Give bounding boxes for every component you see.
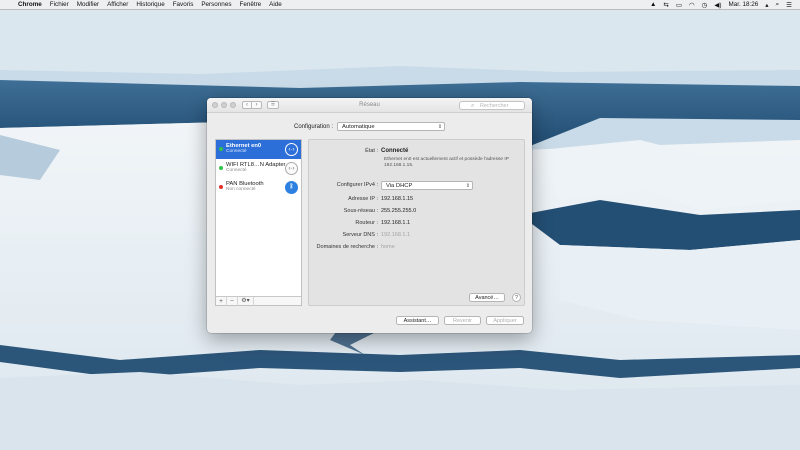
user-icon[interactable]: ▴ bbox=[765, 1, 768, 9]
dns-value: 192.168.1.1 bbox=[381, 232, 411, 238]
gear-menu-button[interactable]: ⚙▾ bbox=[238, 296, 254, 306]
search-domains-value: home bbox=[381, 244, 395, 250]
status-description: Ethernet en0 est actuellement actif et p… bbox=[384, 157, 509, 169]
grid-icon: ⠿ bbox=[270, 102, 276, 108]
menu-chrome[interactable]: Chrome bbox=[18, 1, 42, 8]
chevron-left-icon: ‹ bbox=[246, 102, 248, 108]
configuration-value: Automatique bbox=[342, 124, 375, 130]
configuration-row: Configuration : Automatique ⇕ bbox=[207, 122, 532, 131]
service-item-ethernet[interactable]: Ethernet en0 Connecté ‹·› bbox=[216, 140, 301, 159]
alert-icon[interactable]: ▲ bbox=[650, 1, 656, 8]
search-icon: ⌕ bbox=[471, 103, 475, 109]
remove-service-button[interactable]: − bbox=[227, 296, 238, 306]
search-domains-label: Domaines de recherche : bbox=[316, 244, 378, 250]
apply-button[interactable]: Appliquer bbox=[486, 316, 524, 325]
subnet-row: Sous-réseau : 255.255.255.0 bbox=[309, 208, 524, 214]
menu-aide[interactable]: Aide bbox=[269, 1, 282, 8]
menu-favoris[interactable]: Favoris bbox=[173, 1, 194, 8]
status-label: État : bbox=[365, 148, 378, 154]
ipv4-row: Configurer IPv4 : Via DHCP ⇕ bbox=[309, 181, 524, 191]
menu-fenetre[interactable]: Fenêtre bbox=[239, 1, 261, 8]
subnet-value: 255.255.255.0 bbox=[381, 208, 417, 214]
minimize-button[interactable] bbox=[221, 102, 227, 108]
forward-button[interactable]: › bbox=[252, 101, 262, 109]
service-item-wifi-adapter[interactable]: WIFI RTL8…N Adapter Connecté ‹·› bbox=[216, 159, 301, 178]
service-detail-panel: État : Connecté Ethernet en0 est actuell… bbox=[308, 139, 525, 306]
back-button[interactable]: ‹ bbox=[242, 101, 252, 109]
sync-icon[interactable]: ⇆ bbox=[663, 1, 668, 9]
menu-historique[interactable]: Historique bbox=[136, 1, 164, 8]
revert-button[interactable]: Revenir bbox=[444, 316, 481, 325]
menu-modifier[interactable]: Modifier bbox=[77, 1, 99, 8]
close-button[interactable] bbox=[212, 102, 218, 108]
menu-personnes[interactable]: Personnes bbox=[201, 1, 231, 8]
add-service-button[interactable]: + bbox=[216, 296, 227, 306]
spotlight-icon[interactable]: ⌕ bbox=[776, 1, 780, 9]
bluetooth-icon: ᛒ bbox=[285, 181, 298, 194]
status-value: Connecté bbox=[381, 148, 409, 154]
assistant-button[interactable]: Assistant… bbox=[396, 316, 439, 325]
subnet-label: Sous-réseau : bbox=[343, 208, 378, 214]
chevron-right-icon: › bbox=[255, 102, 258, 108]
search-placeholder: Rechercher bbox=[480, 103, 509, 109]
ipv4-value: Via DHCP bbox=[386, 183, 413, 189]
configuration-label: Configuration : bbox=[293, 123, 334, 130]
service-list-footer: + − ⚙▾ bbox=[216, 296, 301, 306]
volume-icon[interactable]: ◀) bbox=[714, 1, 721, 9]
chevron-updown-icon: ⇕ bbox=[437, 124, 443, 130]
menu-bar: Chrome Fichier Modifier Afficher Histori… bbox=[0, 0, 800, 10]
dns-label: Serveur DNS : bbox=[342, 232, 378, 238]
wifi-icon[interactable]: ◠ bbox=[689, 1, 695, 9]
time-machine-icon[interactable]: ◷ bbox=[702, 1, 708, 9]
menu-afficher[interactable]: Afficher bbox=[107, 1, 128, 8]
search-domains-row: Domaines de recherche : home bbox=[309, 244, 524, 250]
service-item-pan-bluetooth[interactable]: PAN Bluetooth Non connecté ᛒ bbox=[216, 178, 301, 197]
search-input[interactable]: ⌕ Rechercher bbox=[459, 101, 525, 110]
router-label: Routeur : bbox=[355, 220, 378, 226]
status-row: État : Connecté bbox=[309, 148, 524, 154]
ethernet-arrows-icon: ‹·› bbox=[285, 143, 298, 156]
advanced-button[interactable]: Avancé… bbox=[469, 293, 505, 302]
router-value: 192.168.1.1 bbox=[381, 220, 411, 226]
ethernet-arrows-icon: ‹·› bbox=[285, 162, 298, 175]
ip-row: Adresse IP : 192.168.1.15 bbox=[309, 196, 524, 202]
clock[interactable]: Mar. 18:26 bbox=[729, 1, 759, 8]
menu-fichier[interactable]: Fichier bbox=[50, 1, 69, 8]
notification-center-icon[interactable]: ☰ bbox=[786, 1, 792, 9]
router-row: Routeur : 192.168.1.1 bbox=[309, 220, 524, 226]
status-area: ▲ ⇆ ▭ ◠ ◷ ◀) Mar. 18:26 ▴ ⌕ ☰ bbox=[650, 1, 792, 9]
service-list: Ethernet en0 Connecté ‹·› WIFI RTL8…N Ad… bbox=[215, 139, 302, 306]
chevron-updown-icon: ⇕ bbox=[465, 183, 470, 189]
status-dot-green bbox=[219, 166, 223, 170]
ip-label: Adresse IP : bbox=[348, 196, 378, 202]
ipv4-select[interactable]: Via DHCP ⇕ bbox=[381, 181, 473, 190]
configuration-select[interactable]: Automatique ⇕ bbox=[337, 122, 446, 131]
show-all-button[interactable]: ⠿ bbox=[267, 101, 279, 109]
dns-row: Serveur DNS : 192.168.1.1 bbox=[309, 232, 524, 238]
nav-buttons: ‹ › bbox=[242, 101, 262, 109]
ip-value: 192.168.1.15 bbox=[381, 196, 414, 202]
status-dot-red bbox=[219, 185, 223, 189]
zoom-button[interactable] bbox=[230, 102, 236, 108]
help-button[interactable]: ? bbox=[512, 293, 521, 302]
window-controls bbox=[212, 102, 236, 108]
ipv4-label: Configurer IPv4 : bbox=[336, 182, 378, 188]
display-icon[interactable]: ▭ bbox=[676, 1, 682, 9]
network-preferences-window: ‹ › ⠿ Réseau ⌕ Rechercher Configuration … bbox=[207, 98, 532, 333]
title-bar: ‹ › ⠿ Réseau ⌕ Rechercher bbox=[207, 98, 532, 113]
status-dot-green bbox=[219, 147, 223, 151]
